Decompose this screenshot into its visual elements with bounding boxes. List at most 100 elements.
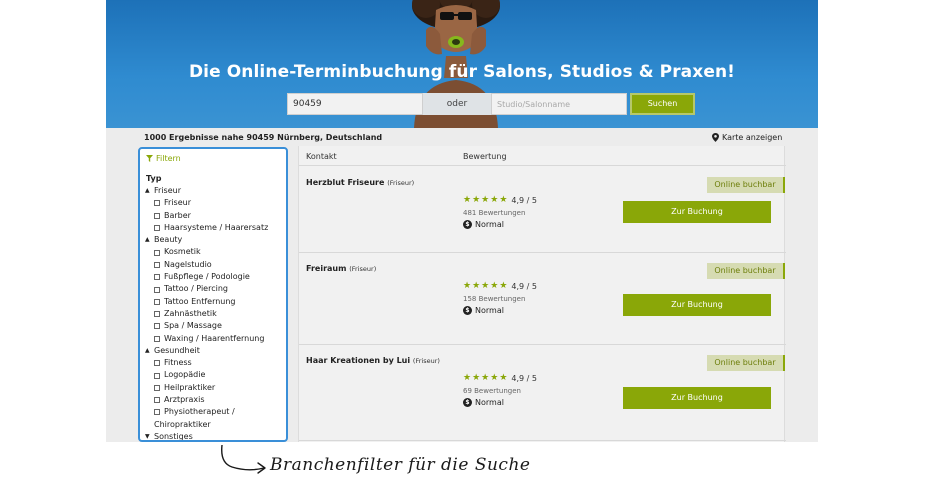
- book-button[interactable]: Zur Buchung: [623, 294, 771, 316]
- hero-title: Die Online-Terminbuchung für Salons, Stu…: [188, 62, 736, 82]
- filter-toggle[interactable]: Filtern: [146, 154, 181, 163]
- filter-option[interactable]: Barber: [145, 210, 285, 222]
- review-count[interactable]: 69 Bewertungen: [463, 387, 521, 395]
- filter-option-label: Arztpraxis: [164, 395, 205, 405]
- results-column-headers: Kontakt Bewertung: [299, 146, 786, 166]
- review-count[interactable]: 158 Bewertungen: [463, 295, 525, 303]
- filter-option-label: Tattoo / Piercing: [164, 284, 228, 294]
- price-coin-icon: $: [463, 220, 472, 229]
- show-map-label: Karte anzeigen: [722, 133, 783, 142]
- hero-banner: Die Online-Terminbuchung für Salons, Stu…: [106, 0, 818, 128]
- results-list: Kontakt Bewertung Herzblut Friseure (Fri…: [298, 146, 786, 442]
- annotation-text: Branchenfilter für die Suche: [270, 455, 531, 475]
- rating-stars: ★ ★ ★ ★ ★ 4,9 / 5: [463, 195, 537, 205]
- price-level: $ Normal: [463, 220, 504, 229]
- listing-category: (Friseur): [412, 357, 440, 365]
- rating-score: 4,9 / 5: [511, 281, 537, 291]
- checkbox-icon[interactable]: [154, 274, 160, 281]
- filter-option[interactable]: Spa / Massage: [145, 320, 285, 332]
- filter-option[interactable]: Logopädie: [145, 369, 285, 381]
- filter-option-label: Heilpraktiker: [164, 382, 216, 392]
- filter-group-label: Beauty: [154, 235, 183, 245]
- caret-up-icon: ▲: [145, 236, 150, 244]
- listing-card: Haar Kreationen by Lui (Friseur) Online b…: [299, 345, 786, 441]
- filter-group-3[interactable]: ▼ Sonstiges: [145, 431, 285, 441]
- column-header-contact: Kontakt: [306, 152, 337, 161]
- filter-option-label: Nagelstudio: [164, 259, 212, 269]
- rating-score: 4,9 / 5: [511, 373, 537, 383]
- filter-list: ▲ Friseur Friseur Barber Haarsysteme / Haare…: [145, 185, 285, 441]
- filter-group-2[interactable]: ▲ Gesundheit: [145, 345, 285, 357]
- checkbox-icon[interactable]: [154, 360, 160, 367]
- checkbox-icon[interactable]: [154, 372, 160, 379]
- listing-name[interactable]: Freiraum (Friseur): [306, 264, 376, 273]
- checkbox-icon[interactable]: [154, 261, 160, 268]
- filter-option[interactable]: Haarsysteme / Haarersatz: [145, 222, 285, 234]
- checkbox-icon[interactable]: [154, 249, 160, 256]
- checkbox-icon[interactable]: [154, 298, 160, 305]
- price-level-label: Normal: [475, 220, 504, 229]
- checkbox-icon[interactable]: [154, 323, 160, 330]
- checkbox-icon[interactable]: [154, 311, 160, 318]
- filter-group-0[interactable]: ▲ Friseur: [145, 185, 285, 197]
- filter-option-label: Kosmetik: [164, 247, 201, 257]
- screenshot-frame: Die Online-Terminbuchung für Salons, Stu…: [106, 0, 818, 442]
- filter-option[interactable]: Heilpraktiker: [145, 382, 285, 394]
- filter-option[interactable]: Waxing / Haarentfernung: [145, 333, 285, 345]
- online-bookable-badge: Online buchbar: [707, 177, 785, 193]
- filter-option[interactable]: Arztpraxis: [145, 394, 285, 406]
- online-bookable-badge: Online buchbar: [707, 263, 785, 279]
- studio-name-input[interactable]: [491, 93, 627, 115]
- filter-option[interactable]: Fitness: [145, 357, 285, 369]
- filter-label: Filtern: [156, 154, 181, 163]
- book-button[interactable]: Zur Buchung: [623, 387, 771, 409]
- star-icon: ★: [490, 373, 499, 383]
- listing-name[interactable]: Haar Kreationen by Lui (Friseur): [306, 356, 440, 365]
- checkbox-icon[interactable]: [154, 397, 160, 404]
- rating-score: 4,9 / 5: [511, 195, 537, 205]
- listing-name-text: Freiraum: [306, 264, 347, 273]
- listing-category: (Friseur): [349, 265, 377, 273]
- checkbox-icon[interactable]: [154, 384, 160, 391]
- checkbox-icon[interactable]: [154, 335, 160, 342]
- star-icon: ★: [481, 195, 490, 205]
- review-count[interactable]: 481 Bewertungen: [463, 209, 525, 217]
- checkbox-icon[interactable]: [154, 225, 160, 232]
- filter-option-label: Friseur: [164, 198, 191, 208]
- listing-card: Herzblut Friseure (Friseur) Online buchba…: [299, 167, 786, 253]
- filter-option-label: Physiotherapeut /: [164, 407, 235, 417]
- filter-option[interactable]: Tattoo / Piercing: [145, 283, 285, 295]
- filter-option-label: Haarsysteme / Haarersatz: [164, 222, 269, 232]
- filter-type-heading: Typ: [146, 174, 162, 183]
- filter-option[interactable]: Friseur: [145, 197, 285, 209]
- price-level-label: Normal: [475, 306, 504, 315]
- filter-option-label: Waxing / Haarentfernung: [164, 333, 265, 343]
- checkbox-icon[interactable]: [154, 200, 160, 207]
- star-icon: ★: [472, 373, 481, 383]
- filter-group-label: Gesundheit: [154, 345, 200, 355]
- filter-option[interactable]: Tattoo Entfernung: [145, 296, 285, 308]
- book-button[interactable]: Zur Buchung: [623, 201, 771, 223]
- filter-option[interactable]: Fußpflege / Podologie: [145, 271, 285, 283]
- listing-category: (Friseur): [387, 179, 415, 187]
- star-icon: ★: [481, 373, 490, 383]
- listing-name[interactable]: Herzblut Friseure (Friseur): [306, 178, 414, 187]
- filter-option[interactable]: Kosmetik: [145, 246, 285, 258]
- search-button[interactable]: Suchen: [630, 93, 695, 115]
- filter-option-label: Spa / Massage: [164, 321, 222, 331]
- zip-input[interactable]: [287, 93, 423, 115]
- filter-option[interactable]: Physiotherapeut /: [145, 406, 285, 418]
- checkbox-icon[interactable]: [154, 286, 160, 293]
- listing-name-text: Haar Kreationen by Lui: [306, 356, 411, 365]
- filter-group-label: Sonstiges: [154, 431, 193, 441]
- show-map-link[interactable]: Karte anzeigen: [712, 133, 782, 142]
- filter-group-label: Friseur: [154, 186, 181, 195]
- checkbox-icon[interactable]: [154, 212, 160, 219]
- filter-option[interactable]: Zahnästhetik: [145, 308, 285, 320]
- checkbox-icon[interactable]: [154, 409, 160, 416]
- filter-group-1[interactable]: ▲ Beauty: [145, 234, 285, 246]
- online-bookable-badge: Online buchbar: [707, 355, 785, 371]
- filter-option-continuation: Chiropraktiker: [154, 419, 211, 429]
- filter-option[interactable]: Nagelstudio: [145, 259, 285, 271]
- caret-up-icon: ▲: [145, 187, 150, 194]
